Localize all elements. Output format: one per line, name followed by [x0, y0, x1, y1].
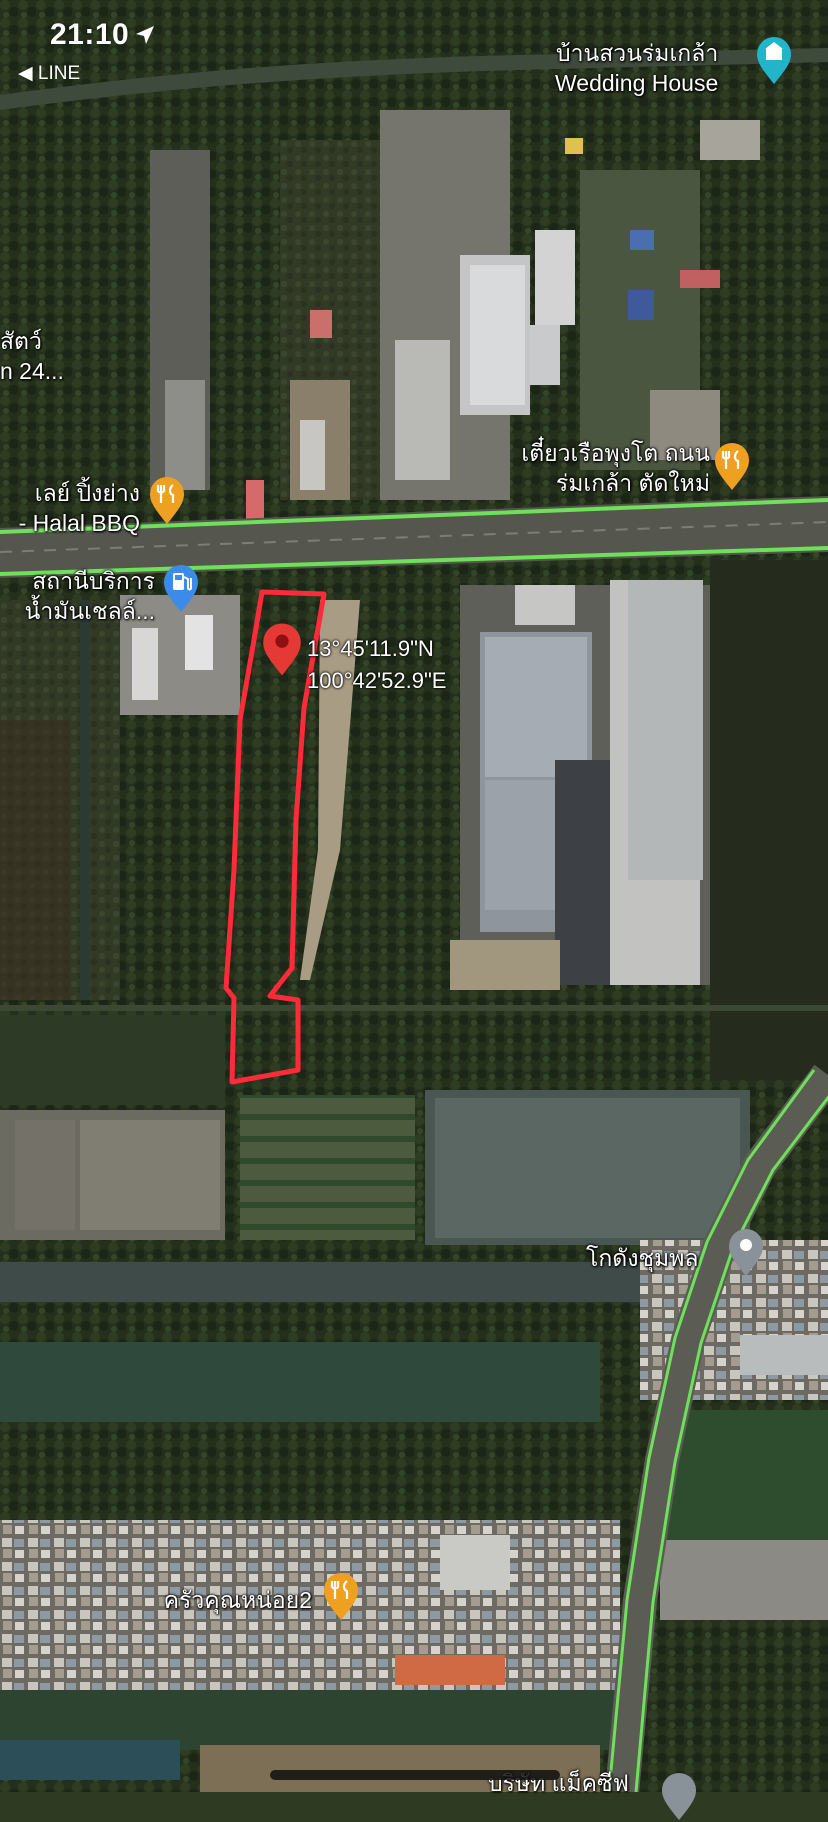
gas-station-pin-icon[interactable] — [162, 564, 200, 614]
restaurant-pin-icon[interactable] — [322, 1572, 360, 1622]
status-time: 21:10 — [50, 18, 130, 51]
dropped-location-pin-icon[interactable] — [261, 622, 303, 678]
place-pin-icon[interactable] — [660, 1772, 698, 1822]
back-to-line-link[interactable]: ◀ LINE — [18, 62, 80, 85]
gas-station-line1: สถานีบริการ — [32, 568, 155, 594]
place-label-kitchen[interactable]: ครัวคุณหน่อย2 — [140, 1585, 312, 1615]
kitchen-name: ครัวคุณหน่อย2 — [163, 1587, 312, 1613]
place-label-left-edge[interactable]: สัตว์ n 24... — [0, 326, 64, 386]
restaurant-pin-icon[interactable] — [148, 476, 186, 526]
place-label-bbq[interactable]: เลย์ ปิ้งย่าง - Halal BBQ — [0, 478, 140, 538]
left-edge-line2: n 24... — [0, 358, 64, 384]
wedding-house-name-thai: บ้านสวนร่มเกล้า — [556, 40, 719, 66]
wedding-house-name-en: Wedding House — [555, 70, 719, 96]
location-arrow-icon — [136, 26, 154, 44]
wedding-pin-icon[interactable] — [755, 36, 793, 86]
pin-coordinates: 13°45'11.9"N 100°42'52.9"E — [307, 633, 446, 697]
restaurant-pin-icon[interactable] — [713, 442, 751, 492]
left-edge-line1: สัตว์ — [0, 328, 42, 354]
noodle-name-line2: ร่มเกล้า ตัดใหม่ — [555, 470, 710, 496]
home-indicator[interactable] — [270, 1770, 560, 1780]
bbq-name-thai: เลย์ ปิ้งย่าง — [34, 480, 140, 506]
noodle-name-line1: เตี๋ยวเรือพุงโต ถนน — [521, 440, 710, 466]
place-label-noodle[interactable]: เตี๋ยวเรือพุงโต ถนน ร่มเกล้า ตัดใหม่ — [470, 438, 710, 498]
pin-latitude: 13°45'11.9"N — [307, 636, 434, 661]
pin-longitude: 100°42'52.9"E — [307, 668, 447, 693]
place-pin-icon[interactable] — [727, 1228, 765, 1278]
place-label-wedding-house[interactable]: บ้านสวนร่มเกล้า Wedding House — [555, 38, 718, 98]
warehouse-name: โกดังชุมพล — [586, 1245, 699, 1271]
gas-station-line2: น้ำมันเชลล์... — [24, 598, 155, 624]
place-label-warehouse[interactable]: โกดังชุมพล — [586, 1243, 698, 1273]
satellite-map[interactable] — [0, 0, 828, 1792]
place-label-gas-station[interactable]: สถานีบริการ น้ำมันเชลล์... — [10, 566, 155, 626]
bbq-name-en: - Halal BBQ — [18, 510, 140, 536]
